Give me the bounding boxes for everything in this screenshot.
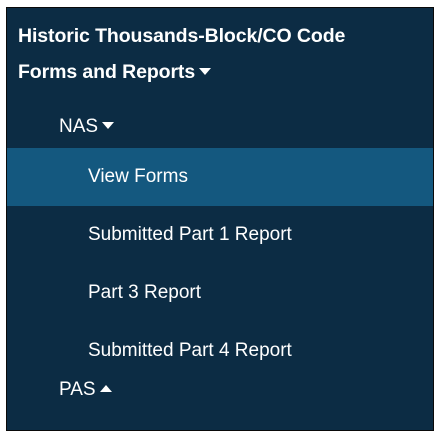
pas-menu-toggle[interactable]: PAS — [59, 376, 112, 404]
nas-menu-toggle[interactable]: NAS — [59, 113, 115, 141]
nav-item-submitted-part-1-report[interactable]: Submitted Part 1 Report — [7, 206, 433, 264]
caret-down-icon — [199, 68, 212, 76]
nav-item-label: Submitted Part 4 Report — [88, 340, 292, 361]
forms-and-reports-menu-toggle[interactable]: Historic Thousands-Block/CO Code Forms a… — [18, 18, 428, 90]
pas-label: PAS — [59, 379, 96, 400]
nav-item-label: View Forms — [88, 166, 188, 187]
nav-item-label: Part 3 Report — [88, 282, 201, 303]
section-title-line1: Historic Thousands-Block/CO Code — [18, 25, 346, 47]
nav-item-submitted-part-4-report[interactable]: Submitted Part 4 Report — [7, 322, 433, 380]
nav-panel: Historic Thousands-Block/CO Code Forms a… — [6, 7, 434, 431]
nas-label: NAS — [59, 116, 99, 137]
nav-item-part-3-report[interactable]: Part 3 Report — [7, 264, 433, 322]
caret-down-icon — [102, 122, 115, 130]
nav-item-label: Submitted Part 1 Report — [88, 224, 292, 245]
section-title-line2: Forms and Reports — [18, 61, 196, 83]
nav-item-view-forms[interactable]: View Forms — [7, 148, 433, 206]
caret-up-icon — [99, 384, 112, 392]
section-title-line2-wrapper: Forms and Reports — [18, 54, 428, 90]
